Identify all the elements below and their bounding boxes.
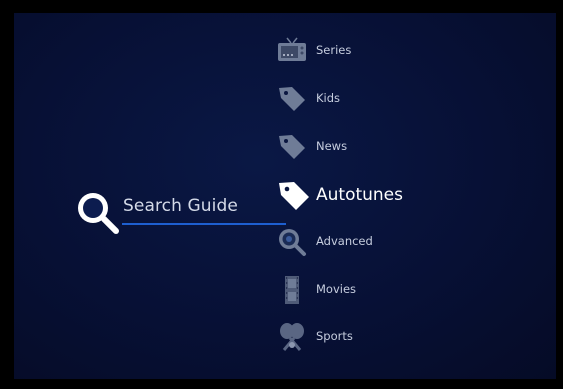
magnifier-icon [279, 229, 306, 256]
tag-icon [279, 87, 305, 111]
menu-item-label: Advanced [316, 234, 373, 248]
menu-item-label: Autotunes [316, 185, 404, 205]
tag-icon [279, 135, 305, 159]
menu-item-label: Movies [316, 282, 357, 296]
tag-icon [279, 182, 309, 210]
focus-underline [122, 223, 286, 225]
menu-item-label: Series [316, 43, 352, 57]
menu-item-label: Kids [316, 91, 341, 105]
tv-icon [278, 37, 306, 61]
film-icon [285, 276, 299, 304]
search-guide-label: Search Guide [123, 196, 238, 216]
guide-screen: Search Guide Series Kids News Autotunes … [14, 13, 556, 379]
sports-icon [280, 323, 304, 351]
menu-item-label: Sports [316, 329, 353, 343]
tv-frame: Search Guide Series Kids News Autotunes … [0, 0, 563, 389]
search-guide-button[interactable]: Search Guide [74, 189, 289, 237]
menu-item-label: News [316, 139, 348, 153]
magnifier-icon [78, 193, 119, 234]
